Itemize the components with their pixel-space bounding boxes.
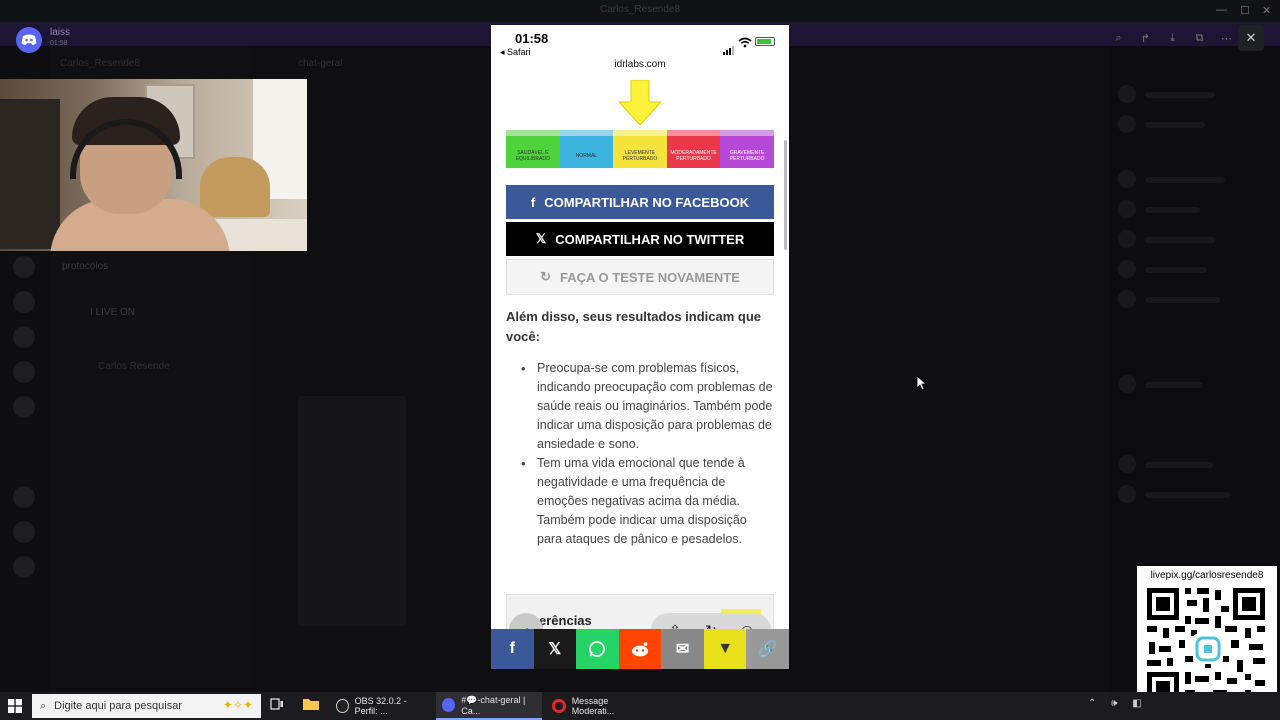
sparkle-icon: ✦✧✦ bbox=[222, 698, 253, 712]
channel-protocolos[interactable]: protocolos bbox=[62, 261, 108, 272]
livepix-qr-panel: livepix.gg/carlosresende8 bbox=[1137, 566, 1277, 712]
windows-taskbar: ⌕ Digite aqui para pesquisar ✦✧✦ OBS 32.… bbox=[0, 692, 1280, 720]
minimize-icon[interactable]: — bbox=[1216, 4, 1227, 16]
system-tray[interactable]: ⌃ 🕪 ◧ bbox=[1088, 698, 1148, 709]
task-view-icon[interactable] bbox=[270, 697, 288, 715]
facebook-icon: f bbox=[530, 194, 536, 210]
taskbar-opera[interactable]: Message Moderati... bbox=[546, 692, 650, 720]
mouse-cursor-icon bbox=[916, 375, 928, 396]
window-title: Carlos_Resende8 bbox=[599, 4, 681, 15]
back-to-safari-link[interactable]: ◂ Safari bbox=[500, 47, 531, 58]
obs-icon bbox=[336, 699, 349, 713]
zoom-icon[interactable]: ⌕ bbox=[1110, 32, 1128, 45]
share-twitter-label: COMPARTILHAR NO TWITTER bbox=[555, 231, 745, 247]
share-facebook-button[interactable]: f COMPARTILHAR NO FACEBOOK bbox=[506, 185, 774, 219]
scale-moderately: MODERADAMENTE PERTURBADO bbox=[666, 130, 721, 168]
refresh-icon: ↻ bbox=[540, 269, 552, 284]
battery-icon bbox=[755, 37, 775, 46]
image-viewer-toolbar: ⌕ ↱ ⤓ ⧉ ⋯ bbox=[1105, 25, 1240, 51]
download-icon[interactable]: ⤓ bbox=[1164, 32, 1182, 45]
list-item: Preocupa-se com problemas físicos, indic… bbox=[506, 359, 774, 454]
phone-time: 01:58 bbox=[515, 31, 549, 46]
scale-severely: GRAVEMENTE PERTURBADO bbox=[720, 130, 774, 168]
scale-slightly: LEVEMENTE PERTURBADO bbox=[613, 130, 667, 168]
taskbar-discord[interactable]: #💬-chat-geral | Ca... bbox=[436, 692, 542, 720]
reddit-share-icon[interactable] bbox=[618, 629, 662, 669]
link-share-icon[interactable]: 🔗 bbox=[746, 629, 789, 669]
scrollbar[interactable] bbox=[784, 140, 787, 250]
close-viewer-button[interactable]: ✕ bbox=[1238, 25, 1264, 51]
discord-notification[interactable]: laiss 01:58 bbox=[14, 24, 134, 54]
discord-icon bbox=[16, 27, 42, 53]
scale-healthy: SAUDÁVEL E EQUILIBRADO bbox=[506, 130, 560, 168]
retake-test-label: FAÇA O TESTE NOVAMENTE bbox=[560, 269, 740, 285]
forward-icon[interactable]: ↱ bbox=[1137, 32, 1155, 45]
notification-name: laiss bbox=[50, 27, 71, 38]
whatsapp-share-icon[interactable] bbox=[576, 629, 619, 669]
x-share-icon[interactable]: 𝕏 bbox=[533, 629, 577, 669]
retake-test-button[interactable]: ↻ FAÇA O TESTE NOVAMENTE bbox=[506, 259, 774, 295]
maximize-icon[interactable]: ☐ bbox=[1240, 4, 1250, 17]
results-lead: Além disso, seus resultados indicam que … bbox=[506, 309, 762, 344]
social-share-bar: f 𝕏 ✉ ▼ 🔗 bbox=[491, 629, 789, 669]
channel-user[interactable]: Carlos Resende bbox=[98, 361, 170, 372]
facebook-share-icon[interactable]: f bbox=[491, 629, 534, 669]
share-twitter-button[interactable]: 𝕏 COMPARTILHAR NO TWITTER bbox=[506, 222, 774, 256]
channel-live-on[interactable]: I LIVE ON bbox=[90, 307, 135, 318]
references-title: erências bbox=[539, 613, 592, 628]
taskbar-search-input[interactable]: ⌕ Digite aqui para pesquisar ✦✧✦ bbox=[32, 694, 261, 718]
discord-taskbar-icon bbox=[442, 698, 456, 712]
server-name: Carlos_Resende8 bbox=[60, 58, 141, 69]
taskbar-obs[interactable]: OBS 32.0.2 - Perfil: ... bbox=[330, 692, 432, 720]
qr-label: livepix.gg/carlosresende8 bbox=[1150, 570, 1264, 581]
qr-code-icon bbox=[1145, 586, 1269, 708]
opera-icon bbox=[552, 699, 566, 713]
windows-start-icon[interactable] bbox=[8, 699, 22, 718]
window-titlebar: Carlos_Resende8 — ☐ ✕ bbox=[0, 0, 1280, 22]
webcam-feed bbox=[0, 79, 307, 251]
file-explorer-icon[interactable] bbox=[303, 697, 321, 715]
taskbar-obs-label: OBS 32.0.2 - Perfil: ... bbox=[354, 696, 407, 716]
signal-icon bbox=[723, 37, 735, 55]
taskbar-opera-label: Message Moderati... bbox=[571, 696, 615, 716]
scale-normal: NORMAL bbox=[559, 130, 614, 168]
phone-screenshot: 01:58 ◂ Safari idrlabs.com SAUDÁVEL E EQ… bbox=[491, 25, 789, 669]
results-list: Preocupa-se com problemas físicos, indic… bbox=[506, 359, 774, 549]
close-window-icon[interactable]: ✕ bbox=[1262, 4, 1271, 17]
result-scale: SAUDÁVEL E EQUILIBRADO NORMAL LEVEMENTE … bbox=[506, 130, 774, 168]
list-item: Tem uma vida emocional que tende à negat… bbox=[506, 454, 774, 549]
share-facebook-label: COMPARTILHAR NO FACEBOOK bbox=[544, 194, 750, 210]
vk-share-icon[interactable]: ▼ bbox=[703, 629, 747, 669]
search-placeholder: Digite aqui para pesquisar bbox=[54, 700, 182, 712]
taskbar-discord-label: #💬-chat-geral | Ca... bbox=[461, 694, 526, 716]
x-icon: 𝕏 bbox=[535, 231, 547, 246]
down-arrow-icon bbox=[617, 79, 663, 131]
email-share-icon[interactable]: ✉ bbox=[661, 629, 704, 669]
open-external-icon[interactable]: ⧉ bbox=[1191, 32, 1209, 45]
page-url: idrlabs.com bbox=[614, 59, 666, 70]
notification-time: 01:58 bbox=[50, 40, 68, 47]
more-icon[interactable]: ⋯ bbox=[1218, 32, 1236, 45]
channel-header: chat-geral bbox=[298, 58, 343, 69]
wifi-icon bbox=[738, 35, 752, 53]
search-icon: ⌕ bbox=[40, 699, 47, 712]
